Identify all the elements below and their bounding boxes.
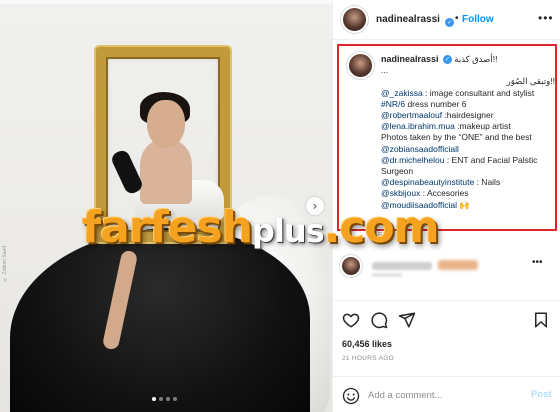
follow-button[interactable]: Follow <box>462 14 494 25</box>
heart-icon[interactable] <box>342 311 360 329</box>
caption-highlight-box: nadinealrassi ✓ !!أصدق كذبة ... !!وتبقى … <box>337 44 557 231</box>
credit-text: : image consultant and stylist <box>422 87 535 98</box>
caption-avatar[interactable] <box>347 52 374 79</box>
credit-text: 🙌 <box>457 199 470 210</box>
like-count[interactable]: 60,456 likes <box>342 339 392 349</box>
blurred-meta <box>372 273 402 277</box>
image-top-edge <box>0 0 332 4</box>
mention-link[interactable]: @robertmaalouf <box>381 110 442 120</box>
share-icon[interactable] <box>398 311 416 329</box>
model-head <box>147 100 185 148</box>
mention-link[interactable]: @despinabeautyinstitute <box>381 177 474 187</box>
verified-icon: ✓ <box>445 18 454 28</box>
header-username[interactable]: nadinealrassi <box>376 14 440 25</box>
action-bar <box>332 300 560 340</box>
caption-line-1: !!أصدق كذبة <box>454 54 498 64</box>
mention-link[interactable]: @_zakissa <box>381 88 423 98</box>
verified-badge: ✓ <box>443 14 454 32</box>
mention-link[interactable]: @skbijoux <box>381 188 420 198</box>
credit-text: dress number 6 <box>405 98 467 109</box>
credit-text: :hairdesigner <box>442 110 494 121</box>
mention-link[interactable]: @dr.michelhelou <box>381 155 444 165</box>
bookmark-icon[interactable] <box>532 311 550 329</box>
credit-text: :makeup artist <box>454 121 511 132</box>
mention-link[interactable]: @moudiisaadofficial <box>381 200 457 210</box>
carousel-dot <box>159 397 163 401</box>
caption-credits: @_zakissa : image consultant and stylist… <box>381 88 555 211</box>
post-image[interactable]: © Zobian Saad › <box>0 0 332 412</box>
blurred-comment <box>438 260 478 270</box>
comment-preview: ••• <box>340 255 552 279</box>
mention-link[interactable]: @zobiansaadofficiall <box>381 144 459 154</box>
commenter-avatar[interactable] <box>340 255 362 277</box>
hashtag-link[interactable]: #NR/6 <box>381 99 405 109</box>
model-torso <box>140 140 192 204</box>
post-sidebar: nadinealrassi ✓ • Follow ••• nadinealras… <box>332 0 560 412</box>
carousel-dot <box>173 397 177 401</box>
carousel-dot <box>166 397 170 401</box>
comment-icon[interactable] <box>370 311 388 329</box>
mention-link[interactable]: @lena.ibrahim.mua <box>381 121 455 131</box>
emoji-icon[interactable] <box>342 387 360 405</box>
comment-input[interactable] <box>368 386 518 404</box>
chevron-right-icon[interactable]: › <box>306 197 324 215</box>
comment-composer: Post <box>332 376 560 412</box>
caption-line-2: ... <box>381 65 389 76</box>
caption-text: nadinealrassi ✓ !!أصدق كذبة ... !!وتبقى … <box>381 54 555 211</box>
more-icon[interactable]: ••• <box>538 11 554 25</box>
image-side-caption: © Zobian Saad <box>2 246 8 282</box>
credit-text: Photos taken by the “ONE” and the best <box>381 132 532 143</box>
credit-text: : Nails <box>474 177 501 188</box>
blurred-username <box>372 262 432 270</box>
avatar[interactable] <box>341 6 368 33</box>
black-gown-skirt <box>10 228 310 412</box>
credit-text: : Accesories <box>420 188 469 199</box>
edited-label[interactable]: Edit <box>378 232 390 239</box>
post-header: nadinealrassi ✓ • Follow ••• <box>333 0 560 40</box>
post-button[interactable]: Post <box>531 389 552 400</box>
more-icon[interactable]: ••• <box>532 257 543 268</box>
caption-line-3: !!وتبقى الصُوَر <box>506 76 555 87</box>
verified-icon: ✓ <box>442 55 452 65</box>
caption-username[interactable]: nadinealrassi <box>381 54 439 64</box>
post-timestamp[interactable]: 21 HOURS AGO <box>342 355 394 362</box>
carousel-dot <box>152 397 156 401</box>
header-separator: • <box>455 13 459 24</box>
carousel-dots <box>152 397 177 401</box>
